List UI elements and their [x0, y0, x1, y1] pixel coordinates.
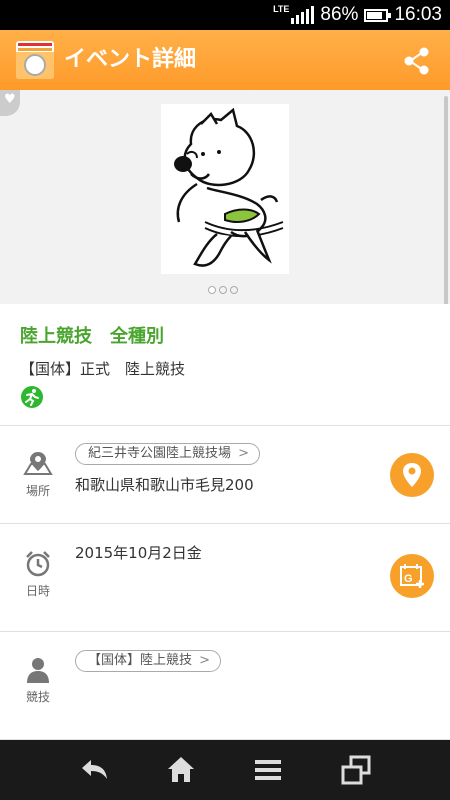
svg-text:G: G — [404, 573, 413, 585]
status-bar: LTE 86% 16:03 — [0, 0, 450, 30]
competition-label: 競技 — [25, 690, 50, 704]
page-dot — [219, 286, 227, 294]
datetime-row: 日時 2015年10月2日金 G — [0, 524, 450, 632]
favorite-button[interactable]: ♥ — [0, 90, 20, 116]
add-to-calendar-button[interactable]: G — [390, 554, 434, 598]
venue-name: 紀三井寺公園陸上競技場 — [88, 446, 232, 461]
location-pin-icon — [403, 463, 421, 487]
image-gallery[interactable]: ♥ — [0, 90, 450, 304]
home-icon — [168, 757, 194, 782]
lte-indicator: LTE — [273, 4, 290, 14]
signal-icon — [291, 6, 315, 24]
venue-link[interactable]: 紀三井寺公園陸上競技場 > — [75, 443, 261, 465]
runner-icon — [25, 389, 39, 406]
competition-row: 競技 【国体】陸上競技 > — [0, 632, 450, 740]
battery-icon — [364, 8, 392, 22]
share-button[interactable] — [402, 46, 432, 76]
map-button[interactable] — [390, 453, 434, 497]
recent-apps-icon — [341, 755, 371, 785]
event-image[interactable] — [161, 104, 289, 274]
alarm-clock-icon — [26, 551, 50, 577]
clock: 16:03 — [394, 4, 442, 25]
app-logo — [16, 41, 54, 79]
event-name: 陸上競技 全種別 — [20, 326, 164, 347]
location-label: 場所 — [25, 484, 50, 498]
event-header: 陸上競技 全種別 【国体】正式 陸上競技 — [0, 304, 450, 426]
person-icon — [27, 658, 49, 683]
competition-link[interactable]: 【国体】陸上競技 > — [75, 650, 222, 672]
heart-icon: ♥ — [4, 92, 16, 107]
google-calendar-add-icon: G — [400, 564, 424, 588]
back-arrow-icon — [82, 760, 107, 779]
athletics-badge — [21, 386, 43, 408]
page-indicator — [208, 286, 238, 294]
datetime-label: 日時 — [25, 584, 50, 598]
page-dot — [208, 286, 216, 294]
event-date: 2015年10月2日金 — [75, 544, 202, 562]
back-button[interactable] — [78, 754, 110, 786]
battery-percent: 86% — [320, 4, 359, 25]
page-dot — [230, 286, 238, 294]
navigation-bar — [0, 740, 450, 800]
map-pin-icon — [23, 452, 53, 475]
competition-name: 【国体】陸上競技 — [88, 653, 193, 668]
home-button[interactable] — [165, 754, 197, 786]
chevron-right-icon: > — [238, 446, 250, 461]
recent-apps-button[interactable] — [340, 754, 372, 786]
share-icon — [404, 47, 429, 75]
mascot-illustration — [174, 107, 284, 267]
hamburger-menu-icon — [255, 760, 281, 780]
app-bar: イベント詳細 — [0, 30, 450, 90]
menu-button[interactable] — [252, 754, 284, 786]
chevron-right-icon: > — [199, 653, 211, 668]
page-title: イベント詳細 — [64, 47, 197, 72]
event-category: 【国体】正式 陸上競技 — [20, 360, 186, 378]
venue-address: 和歌山県和歌山市毛見200 — [75, 476, 254, 494]
location-row: 場所 紀三井寺公園陸上競技場 > 和歌山県和歌山市毛見200 — [0, 426, 450, 524]
